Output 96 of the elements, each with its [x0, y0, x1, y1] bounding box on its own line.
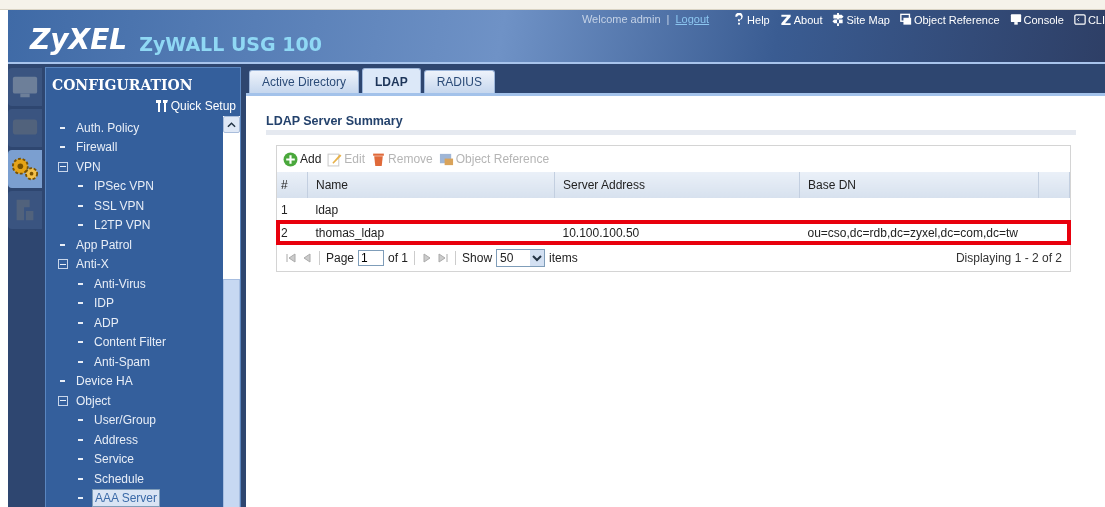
header-link[interactable]: Help — [733, 13, 770, 26]
bullet-icon — [60, 146, 65, 149]
header-link[interactable]: CLI — [1073, 13, 1105, 26]
table-cell: ldap — [315, 202, 339, 217]
tree-item[interactable]: Firewall — [74, 140, 120, 155]
tree-item[interactable]: VPN — [74, 159, 103, 174]
page-count: of 1 — [388, 251, 409, 265]
bullet-icon — [78, 419, 83, 422]
table-cell: thomas_ldap — [315, 225, 385, 240]
tab[interactable]: RADIUS — [423, 70, 496, 93]
table-row[interactable]: 1 ldap — [277, 198, 1070, 221]
edit-icon — [327, 151, 343, 167]
table-cell: 10.100.100.50 — [562, 225, 640, 240]
page-size-dropdown[interactable]: 50 — [496, 249, 546, 267]
monitor-icon — [1009, 13, 1022, 26]
bullet-icon — [60, 243, 65, 246]
tree-item[interactable]: Schedule — [92, 471, 147, 486]
column-header[interactable]: # — [277, 172, 308, 198]
scroll-up-button[interactable] — [223, 116, 240, 133]
signpost-icon — [832, 13, 845, 26]
paging-summary: Displaying 1 - 2 of 2 — [955, 251, 1062, 265]
trash-icon — [371, 151, 387, 167]
bullet-icon — [78, 302, 83, 305]
tab[interactable]: LDAP — [362, 68, 421, 93]
tree-item[interactable]: IDP — [92, 296, 116, 311]
section-title: LDAP Server Summary — [266, 114, 1076, 135]
tree-item[interactable]: Content Filter — [92, 335, 169, 350]
table-cell: 1 — [281, 202, 288, 217]
header-link[interactable]: Site Map — [832, 13, 890, 26]
terminal-icon — [1073, 13, 1086, 26]
collapse-icon[interactable] — [58, 395, 68, 406]
header-link[interactable]: About — [779, 13, 823, 26]
nav-rail-button[interactable] — [8, 68, 42, 106]
column-header[interactable]: Name — [307, 172, 555, 198]
window-icon — [438, 151, 454, 167]
header-link[interactable]: Object Reference — [899, 13, 1000, 26]
tree-item[interactable]: App Patrol — [74, 237, 135, 252]
tree-item[interactable]: Auth. Policy — [74, 120, 142, 135]
bullet-icon — [78, 360, 83, 363]
page-label: Page — [326, 251, 355, 265]
collapse-icon[interactable] — [58, 161, 68, 172]
logout-link[interactable]: Logout — [675, 13, 710, 25]
column-header[interactable]: Base DN — [799, 172, 1039, 198]
header-link[interactable]: Console — [1009, 13, 1064, 26]
toolbar-button[interactable]: Add — [283, 151, 322, 167]
tree-item[interactable]: L2TP VPN — [92, 218, 153, 233]
first-page-icon[interactable] — [285, 252, 297, 264]
column-header[interactable]: Server Address — [554, 172, 800, 198]
letter-z-icon — [779, 13, 792, 26]
tree-item[interactable]: User/Group — [92, 413, 159, 428]
tree-item[interactable]: SSL VPN — [92, 198, 147, 213]
page-input[interactable]: 1 — [358, 250, 385, 266]
tree-item[interactable]: IPSec VPN — [92, 179, 157, 194]
tree-item[interactable]: Anti-Virus — [92, 276, 148, 291]
bullet-icon — [78, 438, 83, 441]
scroll-thumb[interactable] — [223, 279, 240, 507]
table-cell: 2 — [281, 225, 288, 240]
items-label: items — [549, 251, 578, 265]
windows-icon — [899, 13, 912, 26]
tree-item[interactable]: Address — [92, 432, 141, 447]
logo: ZyXEL — [30, 26, 128, 54]
help-icon — [733, 13, 746, 26]
product-name: ZyWALL USG 100 — [139, 35, 322, 54]
bullet-icon — [78, 477, 83, 480]
tree-item[interactable]: Anti-Spam — [92, 354, 153, 369]
bullet-icon — [78, 341, 83, 344]
tree-item[interactable]: AAA Server — [92, 489, 161, 507]
bullet-icon — [78, 458, 83, 461]
bullet-icon — [78, 321, 83, 324]
tree-item[interactable]: Device HA — [74, 374, 135, 389]
bullet-icon — [60, 126, 65, 129]
bullet-icon — [60, 380, 65, 383]
bullet-icon — [78, 185, 83, 188]
table-cell: ou=cso,dc=rdb,dc=zyxel,dc=com,dc=tw — [807, 225, 1018, 240]
gears-icon — [9, 155, 41, 183]
separator: | — [666, 13, 670, 25]
add-icon — [283, 151, 298, 167]
show-label: Show — [462, 251, 493, 265]
tree-item[interactable]: Object — [74, 393, 113, 408]
bullet-icon — [78, 497, 83, 500]
bullet-icon — [78, 282, 83, 285]
collapse-icon[interactable] — [58, 259, 68, 270]
tree-item[interactable]: Service — [92, 452, 136, 467]
quick-setup-link[interactable]: Quick Setup — [154, 99, 236, 113]
previous-page-icon[interactable] — [301, 252, 313, 264]
welcome-text: Welcome admin — [581, 13, 661, 25]
caret-icon — [227, 121, 236, 128]
tab[interactable]: Active Directory — [249, 70, 360, 93]
bullet-icon — [78, 204, 83, 207]
scrollbar[interactable] — [223, 116, 240, 507]
bullet-icon — [78, 224, 83, 227]
last-page-icon[interactable] — [437, 252, 450, 264]
sidebar-title: CONFIGURATION — [51, 76, 194, 95]
tree-item[interactable]: ADP — [92, 315, 121, 330]
nav-rail-button[interactable] — [8, 150, 42, 188]
tree-item[interactable]: Anti-X — [74, 257, 111, 272]
